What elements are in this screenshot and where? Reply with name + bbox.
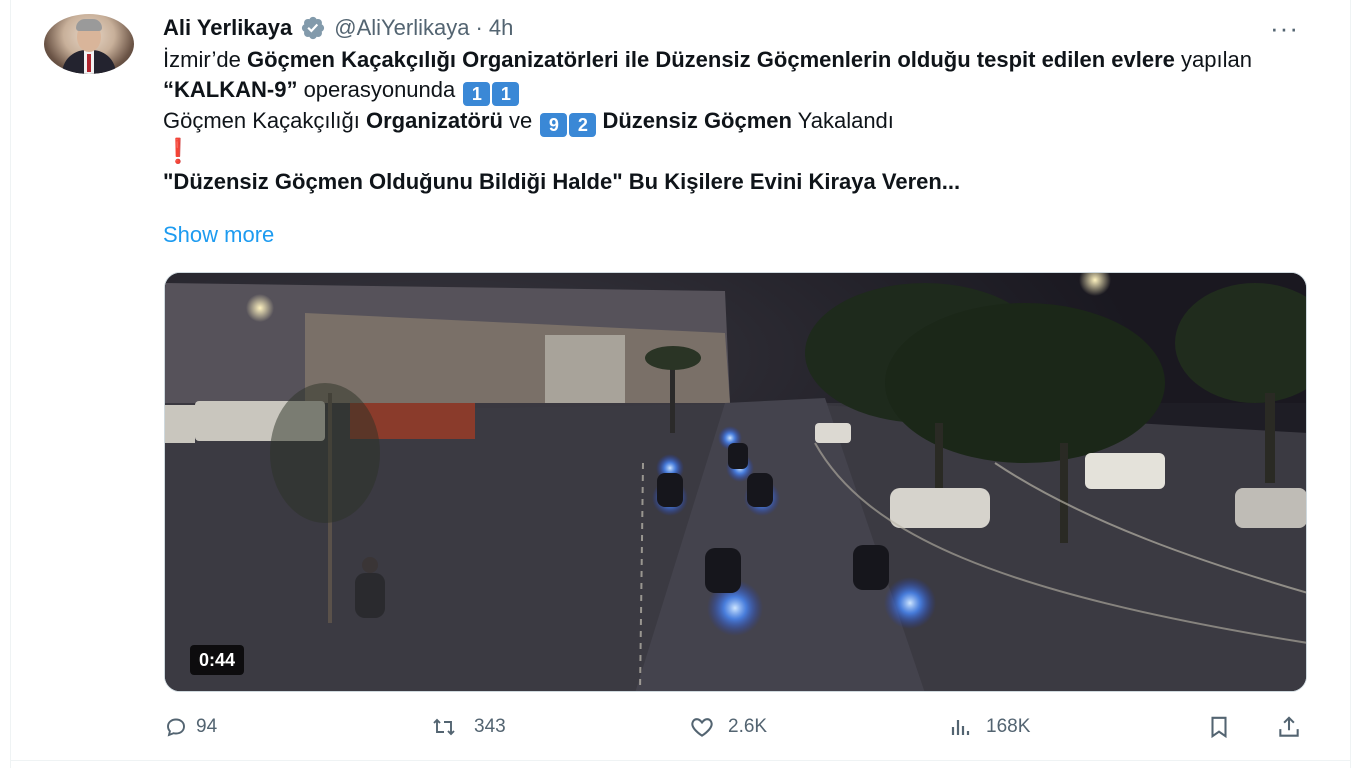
- like-button[interactable]: 2.6K: [684, 710, 767, 744]
- author-handle[interactable]: @AliYerlikaya: [334, 15, 469, 41]
- keycap-digit-icon: 2: [569, 113, 597, 137]
- repost-button[interactable]: 343: [422, 710, 506, 744]
- action-bar: 94 343 2.6K 168K: [0, 710, 1366, 744]
- views-button[interactable]: 168K: [942, 710, 1030, 744]
- text-bold: "Düzensiz Göçmen Olduğunu Bildiği Halde"…: [163, 169, 961, 194]
- views-icon: [942, 715, 978, 739]
- show-more-link[interactable]: Show more: [163, 222, 274, 248]
- share-icon: [1274, 714, 1304, 740]
- share-button[interactable]: [1274, 710, 1304, 744]
- like-count: 2.6K: [728, 716, 768, 737]
- repost-count: 343: [474, 716, 506, 737]
- repost-icon: [422, 715, 466, 739]
- reply-count: 94: [196, 716, 218, 737]
- text-bold: Organizatörü: [365, 108, 503, 133]
- right-divider: [1350, 0, 1351, 768]
- text-bold: Göçmen Kaçakçılığı Organizatörleri ile D…: [246, 47, 1175, 72]
- more-options-icon[interactable]: ···: [1270, 15, 1299, 41]
- exclamation-icon: ❗: [163, 138, 193, 165]
- tweet-header: Ali Yerlikaya @AliYerlikaya · 4h: [163, 14, 513, 42]
- text-part: ve: [502, 108, 539, 133]
- text-bold: Düzensiz Göçmen: [602, 108, 792, 133]
- author-name[interactable]: Ali Yerlikaya: [163, 15, 292, 41]
- bookmark-button[interactable]: [1205, 710, 1233, 744]
- text-part: operasyonunda: [297, 77, 462, 102]
- text-part: Göçmen Kaçakçılığı: [163, 108, 366, 133]
- bookmark-icon: [1205, 714, 1233, 740]
- avatar[interactable]: [44, 14, 134, 74]
- reply-icon: [164, 715, 188, 739]
- video-player[interactable]: [164, 272, 1307, 692]
- like-icon: [684, 714, 720, 740]
- video-duration: 0:44: [190, 645, 245, 675]
- text-part: yapılan: [1174, 47, 1252, 72]
- header-separator: ·: [475, 15, 483, 40]
- keycap-digit-icon: 9: [540, 113, 568, 137]
- text-part: Yakalandı: [791, 108, 894, 133]
- text-part: İzmir’de: [163, 47, 247, 72]
- verified-badge-icon[interactable]: [298, 15, 328, 41]
- tweet-text: İzmir’de Göçmen Kaçakçılığı Organizatörl…: [163, 45, 1303, 197]
- views-count: 168K: [986, 716, 1031, 737]
- left-divider: [10, 0, 11, 768]
- post-time[interactable]: 4h: [489, 15, 513, 41]
- reply-button[interactable]: 94: [164, 710, 217, 744]
- bottom-divider: [10, 760, 1351, 761]
- operation-name: “KALKAN-9”: [163, 77, 298, 102]
- keycap-digit-icon: 1: [492, 82, 520, 106]
- video-thumbnail: [165, 273, 1306, 691]
- keycap-digit-icon: 1: [463, 82, 491, 106]
